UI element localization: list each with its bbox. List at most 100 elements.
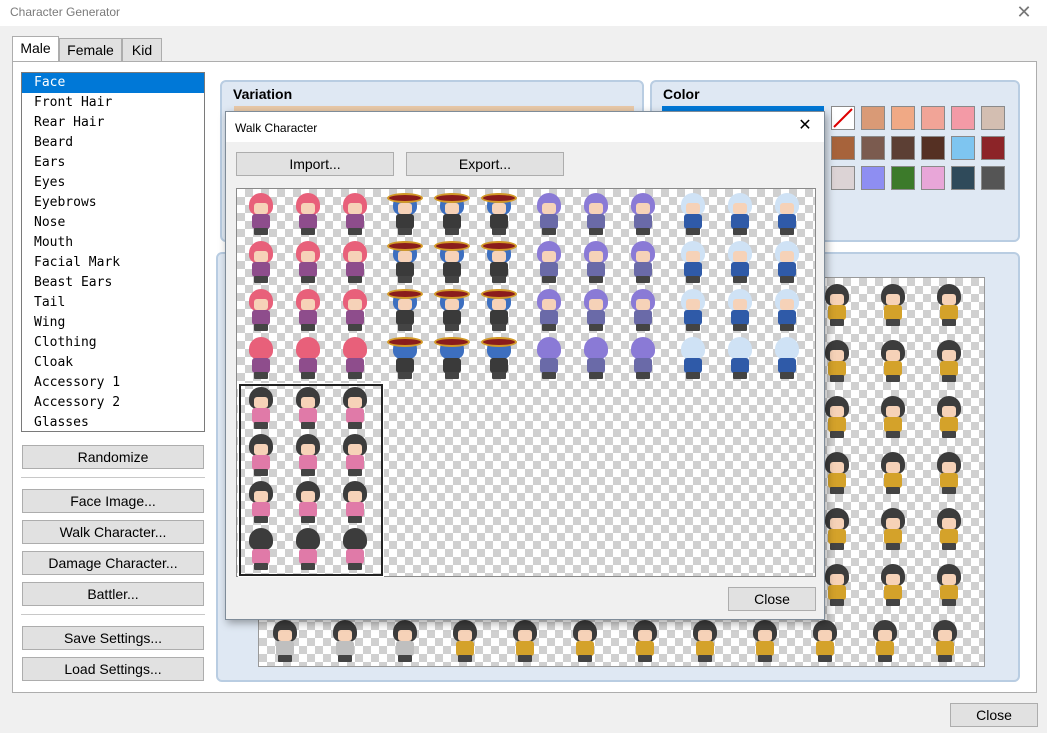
part-item-rear-hair[interactable]: Rear Hair — [22, 113, 204, 133]
color-swatch[interactable] — [891, 166, 915, 190]
walk-character-button[interactable]: Walk Character... — [22, 520, 204, 544]
character-sprite — [243, 528, 279, 572]
color-swatch[interactable] — [891, 106, 915, 130]
character-sprite — [337, 481, 373, 525]
part-item-eyebrows[interactable]: Eyebrows — [22, 193, 204, 213]
character-sprite — [578, 289, 614, 333]
tab-male[interactable]: Male — [12, 36, 59, 62]
load-settings-button[interactable]: Load Settings... — [22, 657, 204, 681]
part-item-accessory-1[interactable]: Accessory 1 — [22, 373, 204, 393]
character-sprite — [337, 434, 373, 478]
color-swatch[interactable] — [981, 106, 1005, 130]
battler-button[interactable]: Battler... — [22, 582, 204, 606]
tab-kid[interactable]: Kid — [122, 38, 162, 62]
randomize-button[interactable]: Randomize — [22, 445, 204, 469]
part-item-beast-ears[interactable]: Beast Ears — [22, 273, 204, 293]
dialog-close-button[interactable]: Close — [728, 587, 816, 611]
divider — [21, 614, 205, 615]
character-sprite — [243, 241, 279, 285]
part-item-beard[interactable]: Beard — [22, 133, 204, 153]
divider — [21, 477, 205, 478]
no-color-icon — [833, 108, 853, 128]
part-item-nose[interactable]: Nose — [22, 213, 204, 233]
part-item-clothing[interactable]: Clothing — [22, 333, 204, 353]
color-swatch[interactable] — [891, 136, 915, 160]
part-item-eyes[interactable]: Eyes — [22, 173, 204, 193]
character-sprite — [481, 289, 517, 333]
character-sprite — [243, 193, 279, 237]
character-sprite — [722, 337, 758, 381]
character-sprite — [807, 620, 843, 664]
character-sprite — [243, 387, 279, 431]
color-swatch[interactable] — [831, 166, 855, 190]
character-sprite — [687, 620, 723, 664]
dialog-title: Walk Character — [235, 121, 318, 135]
character-sprite — [337, 387, 373, 431]
character-sprite — [434, 289, 470, 333]
close-button[interactable]: Close — [950, 703, 1038, 727]
part-item-accessory-2[interactable]: Accessory 2 — [22, 393, 204, 413]
character-sprite — [875, 508, 911, 552]
color-swatch[interactable] — [921, 136, 945, 160]
color-swatch[interactable] — [981, 136, 1005, 160]
character-sprite — [625, 289, 661, 333]
character-sprite — [722, 193, 758, 237]
character-sprite — [290, 337, 326, 381]
part-item-wing[interactable]: Wing — [22, 313, 204, 333]
import-button[interactable]: Import... — [236, 152, 394, 176]
character-sprite — [769, 289, 805, 333]
character-sprite — [531, 289, 567, 333]
save-settings-button[interactable]: Save Settings... — [22, 626, 204, 650]
window-title: Character Generator — [10, 5, 121, 19]
character-sprite — [267, 620, 303, 664]
variation-label: Variation — [233, 86, 293, 102]
character-sprite — [290, 481, 326, 525]
part-item-ears[interactable]: Ears — [22, 153, 204, 173]
character-sprite — [875, 564, 911, 608]
part-item-face[interactable]: Face — [22, 73, 204, 93]
walk-sprite-sheet[interactable] — [236, 188, 816, 577]
color-swatch[interactable] — [831, 136, 855, 160]
part-item-tail[interactable]: Tail — [22, 293, 204, 313]
character-sprite — [290, 289, 326, 333]
character-sprite — [481, 337, 517, 381]
color-swatch[interactable] — [951, 166, 975, 190]
character-sprite — [481, 241, 517, 285]
character-sprite — [243, 434, 279, 478]
dialog-close-icon[interactable]: ✕ — [794, 115, 816, 137]
character-sprite — [243, 481, 279, 525]
color-swatch[interactable] — [861, 166, 885, 190]
part-item-front-hair[interactable]: Front Hair — [22, 93, 204, 113]
part-item-facial-mark[interactable]: Facial Mark — [22, 253, 204, 273]
color-swatch[interactable] — [861, 106, 885, 130]
tab-female[interactable]: Female — [59, 38, 122, 62]
character-sprite — [675, 289, 711, 333]
character-sprite — [290, 434, 326, 478]
export-button[interactable]: Export... — [406, 152, 564, 176]
character-sprite — [531, 193, 567, 237]
character-sprite — [875, 284, 911, 328]
character-sprite — [927, 620, 963, 664]
color-swatch[interactable] — [951, 136, 975, 160]
damage-character-button[interactable]: Damage Character... — [22, 551, 204, 575]
parts-list[interactable]: Face Front Hair Rear Hair Beard Ears Eyes Eyeb… — [21, 72, 205, 432]
character-sprite — [931, 396, 967, 440]
window-close-icon[interactable]: ✕ — [1009, 1, 1039, 23]
character-sprite — [290, 193, 326, 237]
character-sprite — [434, 337, 470, 381]
color-swatch[interactable] — [921, 106, 945, 130]
character-sprite — [481, 193, 517, 237]
color-swatch[interactable] — [951, 106, 975, 130]
part-item-glasses[interactable]: Glasses — [22, 413, 204, 431]
part-item-mouth[interactable]: Mouth — [22, 233, 204, 253]
character-sprite — [769, 241, 805, 285]
color-swatch[interactable] — [981, 166, 1005, 190]
color-swatch[interactable] — [861, 136, 885, 160]
color-swatch-none[interactable] — [831, 106, 855, 130]
character-sprite — [387, 620, 423, 664]
color-swatch[interactable] — [921, 166, 945, 190]
character-sprite — [387, 289, 423, 333]
part-item-cloak[interactable]: Cloak — [22, 353, 204, 373]
face-image-button[interactable]: Face Image... — [22, 489, 204, 513]
character-sprite — [625, 337, 661, 381]
